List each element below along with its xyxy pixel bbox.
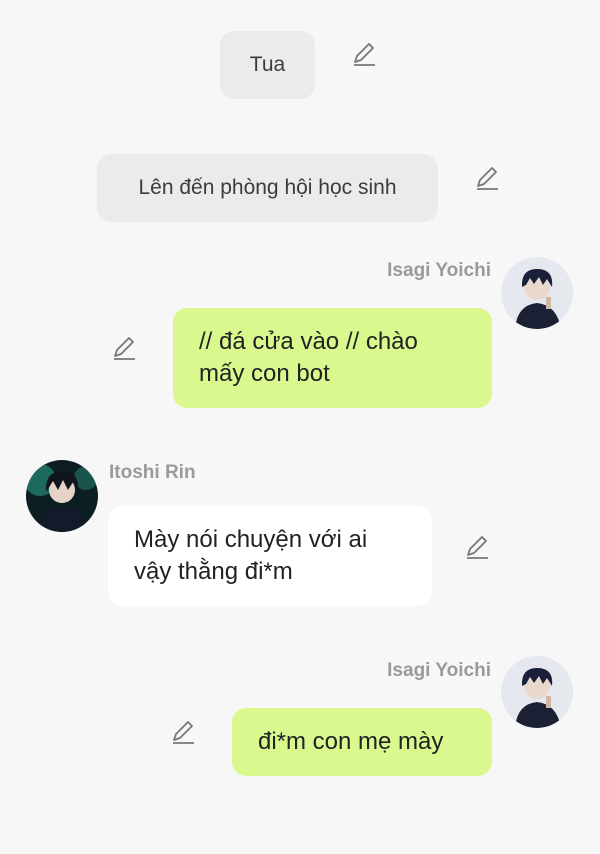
edit-icon[interactable] bbox=[463, 533, 491, 561]
edit-icon[interactable] bbox=[169, 718, 197, 746]
chat-thread: Tua Lên đến phòng hội học sinh Isagi Yoi… bbox=[0, 0, 600, 854]
sender-name: Itoshi Rin bbox=[109, 462, 196, 483]
avatar-isagi[interactable] bbox=[501, 257, 573, 329]
message-text: đi*m con mẹ mày bbox=[258, 728, 444, 755]
edit-icon[interactable] bbox=[350, 40, 378, 68]
narration-bubble[interactable]: Lên đến phòng hội học sinh bbox=[97, 154, 438, 222]
narration-text: Tua bbox=[249, 53, 286, 76]
avatar-image bbox=[501, 656, 573, 728]
avatar-isagi[interactable] bbox=[501, 656, 573, 728]
sender-name: Isagi Yoichi bbox=[387, 660, 491, 681]
narration-text: Lên đến phòng hội học sinh bbox=[138, 176, 397, 199]
message-text: // đá cửa vào // chào mấy con bot bbox=[199, 328, 418, 387]
edit-icon[interactable] bbox=[473, 164, 501, 192]
sent-bubble[interactable]: đi*m con mẹ mày bbox=[232, 708, 492, 776]
message-text: Mày nói chuyện với ai vậy thằng đi*m bbox=[134, 526, 368, 585]
received-bubble[interactable]: Mày nói chuyện với ai vậy thằng đi*m bbox=[108, 506, 432, 606]
edit-icon[interactable] bbox=[110, 334, 138, 362]
sent-bubble[interactable]: // đá cửa vào // chào mấy con bot bbox=[173, 308, 492, 408]
narration-bubble[interactable]: Tua bbox=[220, 31, 315, 99]
avatar-rin[interactable] bbox=[26, 460, 98, 532]
avatar-image bbox=[26, 460, 98, 532]
sender-name: Isagi Yoichi bbox=[387, 260, 491, 281]
avatar-image bbox=[501, 257, 573, 329]
